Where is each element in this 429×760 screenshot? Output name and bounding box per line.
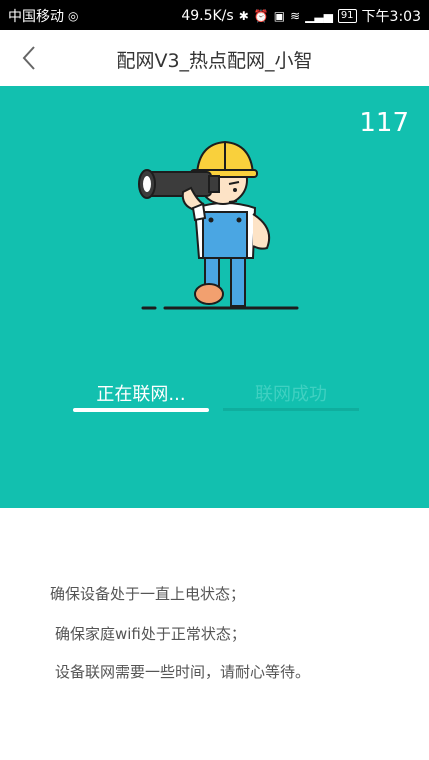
- step-connecting-label: 正在联网...: [96, 384, 186, 405]
- step-success-label: 联网成功: [255, 384, 327, 405]
- battery-icon: 91: [337, 9, 357, 23]
- step-connecting-indicator: [73, 408, 209, 412]
- countdown-timer: 117: [359, 108, 409, 138]
- carrier-logo-icon: ◎: [68, 9, 79, 23]
- tips-section: 确保设备处于一直上电状态； 确保家庭wifi处于正常状态； 设备联网需要一些时间…: [0, 508, 429, 760]
- carrier-label: 中国移动: [8, 9, 64, 25]
- app-bar: 配网V3_热点配网_小智: [0, 30, 429, 87]
- tip-item: 确保设备处于一直上电状态；: [50, 585, 246, 603]
- status-left: 中国移动 ◎: [8, 6, 78, 26]
- signal-icon: ▁▃▅: [305, 9, 333, 23]
- status-bar: 中国移动 ◎ 49.5K/s ✱ ⏰ ▣ ≋ ▁▃▅ 91 下午3:03: [0, 0, 429, 30]
- tip-item: 确保家庭wifi处于正常状态；: [55, 625, 246, 643]
- status-right: 49.5K/s ✱ ⏰ ▣ ≋ ▁▃▅ 91 下午3:03: [181, 6, 421, 26]
- bluetooth-icon: ✱: [238, 9, 249, 23]
- clock: 下午3:03: [361, 9, 421, 25]
- hero-panel: 117 正在联网... 联网成功: [0, 86, 429, 508]
- step-success-indicator: [223, 408, 359, 411]
- tip-item: 设备联网需要一些时间，请耐心等待。: [55, 663, 311, 681]
- network-speed: 49.5K/s: [181, 8, 234, 24]
- page-title: 配网V3_热点配网_小智: [116, 50, 313, 72]
- hd-icon: ▣: [273, 9, 286, 23]
- wifi-icon: ≋: [290, 9, 301, 23]
- alarm-icon: ⏰: [253, 9, 269, 23]
- worker-telescope-illustration: [138, 140, 299, 310]
